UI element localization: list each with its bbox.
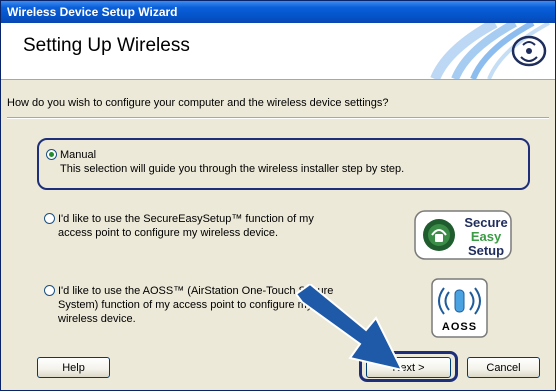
help-button[interactable]: Help [37, 357, 110, 378]
manual-label: Manual [60, 149, 97, 161]
secure-easy-setup-line2: access point to configure my wireless de… [58, 227, 279, 239]
aoss-line3: wireless device. [58, 313, 136, 325]
secure-easy-setup-logo-icon: Secure Easy Setup [414, 210, 512, 260]
manual-description: This selection will guide you through th… [60, 163, 405, 175]
logo-easy-word: Easy [471, 229, 502, 244]
divider [7, 117, 549, 119]
secure-easy-setup-line1: I'd like to use the SecureEasySetup™ fun… [58, 213, 314, 225]
logo-setup-word: Setup [468, 243, 504, 258]
title-bar[interactable]: Wireless Device Setup Wizard [1, 1, 555, 23]
aoss-line2: System) function of my access point to c… [58, 299, 313, 311]
wizard-window: Wireless Device Setup Wizard Setting Up … [0, 0, 556, 391]
secure-easy-setup-option[interactable]: I'd like to use the SecureEasySetup™ fun… [44, 212, 384, 242]
question-text: How do you wish to configure your comput… [7, 97, 389, 109]
page-heading: Setting Up Wireless [23, 35, 190, 56]
pointer-arrow-icon [296, 284, 404, 372]
manual-radio[interactable] [46, 149, 57, 160]
aoss-logo-text: AOSS [442, 321, 477, 333]
wizard-header: Setting Up Wireless [1, 23, 555, 80]
secure-easy-setup-radio[interactable] [44, 213, 55, 224]
manual-option[interactable]: Manual This selection will guide you thr… [46, 148, 516, 178]
aoss-radio[interactable] [44, 285, 55, 296]
aoss-line1: I'd like to use the AOSS™ (AirStation On… [58, 285, 334, 297]
window-title: Wireless Device Setup Wizard [7, 5, 178, 19]
logo-secure-word: Secure [464, 215, 507, 230]
aoss-logo-icon: AOSS [431, 278, 488, 338]
cancel-button[interactable]: Cancel [467, 357, 540, 378]
wireless-swirl-icon [430, 23, 550, 79]
